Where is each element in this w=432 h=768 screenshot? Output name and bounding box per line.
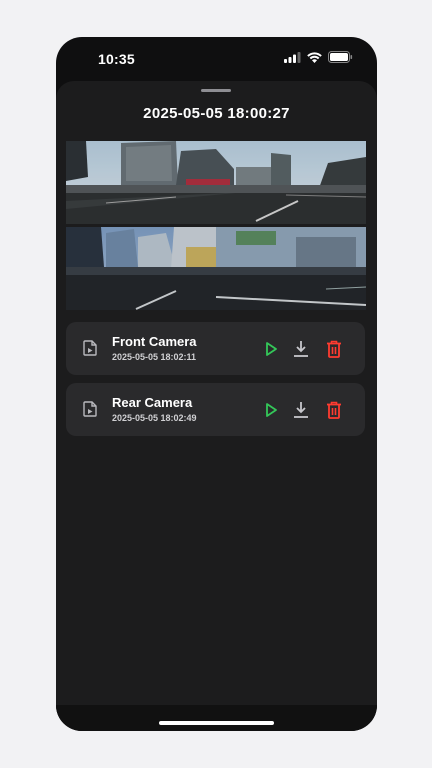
video-file-icon <box>83 340 97 356</box>
home-indicator[interactable] <box>159 721 274 725</box>
play-icon[interactable] <box>261 339 281 359</box>
sheet-grabber[interactable] <box>201 89 231 92</box>
download-icon[interactable] <box>291 339 311 359</box>
camera-preview <box>66 141 366 310</box>
recording-title: 2025-05-05 18:00:27 <box>143 105 290 122</box>
front-camera-preview-image[interactable] <box>66 141 366 224</box>
trash-icon[interactable] <box>324 400 344 420</box>
signal-icon <box>284 51 301 63</box>
wifi-icon <box>307 51 322 63</box>
status-icons <box>284 51 353 63</box>
play-icon[interactable] <box>261 400 281 420</box>
bottom-bar <box>56 705 377 731</box>
rear-camera-preview-image[interactable] <box>66 227 366 310</box>
download-icon[interactable] <box>291 400 311 420</box>
status-time: 10:35 <box>98 51 135 67</box>
file-name: Rear Camera <box>112 395 193 410</box>
file-name: Front Camera <box>112 334 197 349</box>
video-file-icon <box>83 401 97 417</box>
file-timestamp: 2025-05-05 18:02:11 <box>112 352 197 362</box>
recording-sheet: 2025-05-05 18:00:27 Front Camera 2025-05… <box>56 81 377 731</box>
status-bar: 10:35 <box>56 37 377 83</box>
file-card-front[interactable]: Front Camera 2025-05-05 18:02:11 <box>66 322 365 375</box>
file-timestamp: 2025-05-05 18:02:49 <box>112 413 197 423</box>
file-card-rear[interactable]: Rear Camera 2025-05-05 18:02:49 <box>66 383 365 436</box>
trash-icon[interactable] <box>324 339 344 359</box>
phone-screen: 10:35 2025-05-05 18:00:27 Front Camera 2… <box>56 37 377 731</box>
battery-icon <box>328 51 353 63</box>
